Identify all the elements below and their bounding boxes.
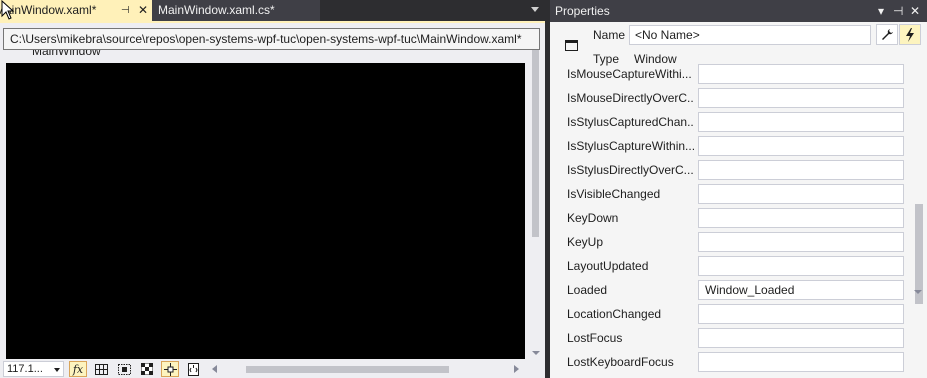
event-name: Loaded (567, 283, 608, 297)
event-handler-field[interactable] (698, 208, 904, 228)
event-name: IsMouseDirectlyOverC... (567, 91, 694, 105)
grid-icon (94, 363, 108, 375)
event-row: KeyDown (550, 206, 910, 230)
zoom-value: 117.1... (7, 363, 43, 375)
project-code-icon (187, 362, 199, 376)
event-row: IsMouseCaptureWithi... (550, 62, 910, 86)
designer-horizontal-scrollbar[interactable] (208, 362, 526, 376)
pin-tab-icon[interactable]: ⊣ (121, 0, 130, 21)
designer-vertical-scrollbar[interactable] (527, 23, 544, 360)
active-tab-underline (0, 21, 545, 23)
scroll-thumb[interactable] (915, 204, 923, 304)
event-handlers-grid: IsMouseCaptureWithi... IsMouseDirectlyOv… (550, 64, 910, 378)
xaml-designer-pane: MainWindow.xaml* ⊣ ✕ MainWindow.xaml.cs*… (0, 0, 545, 378)
tab-mainwindow-xaml[interactable]: MainWindow.xaml* ⊣ ✕ (0, 0, 152, 21)
event-row: LostFocus (550, 326, 910, 350)
close-icon[interactable]: ✕ (910, 0, 920, 22)
event-row: IsMouseDirectlyOverC... (550, 86, 910, 110)
wrench-icon (881, 29, 893, 40)
dropdown-icon[interactable]: ▾ (878, 0, 884, 22)
event-row: IsStylusDirectlyOverC... (550, 158, 910, 182)
scroll-thumb[interactable] (246, 366, 449, 373)
checkerboard-icon (141, 363, 153, 375)
event-handler-field[interactable] (698, 64, 904, 84)
event-name: KeyUp (567, 235, 604, 249)
event-handler-field[interactable] (698, 352, 904, 372)
artboard-background-button[interactable] (138, 361, 156, 377)
snap-to-snaplines-button[interactable] (161, 361, 179, 377)
window-element-icon (565, 40, 578, 51)
event-name: IsMouseCaptureWithi... (567, 67, 692, 81)
pin-icon[interactable]: ⊣ (893, 0, 903, 22)
event-row: IsStylusCapturedChan... (550, 110, 910, 134)
designer-bottom-toolbar: 117.1... fx (0, 360, 545, 378)
event-handler-field[interactable] (698, 88, 904, 108)
event-name: KeyDown (567, 211, 619, 225)
chevron-down-icon (54, 368, 60, 372)
zoom-dropdown[interactable]: 117.1... (3, 361, 64, 377)
event-row: IsVisibleChanged (550, 182, 910, 206)
events-view-button[interactable] (899, 24, 921, 45)
toggle-project-code-button[interactable] (184, 361, 202, 377)
event-name: IsStylusCaptureWithin... (567, 139, 694, 153)
event-name: IsVisibleChanged (567, 187, 661, 201)
event-handler-field[interactable] (698, 160, 904, 180)
event-name: IsStylusDirectlyOverC... (567, 163, 694, 177)
event-row: Loaded Window_Loaded (550, 278, 910, 302)
event-name: IsStylusCapturedChan... (567, 115, 694, 129)
event-handler-field[interactable] (698, 304, 904, 324)
panel-title: Properties (555, 4, 610, 18)
event-handler-field[interactable] (698, 256, 904, 276)
design-canvas[interactable] (6, 63, 525, 359)
event-name: LocationChanged (567, 307, 662, 321)
event-handler-field[interactable] (698, 328, 904, 348)
event-handler-field[interactable]: Window_Loaded (698, 280, 904, 300)
event-row: LayoutUpdated (550, 254, 910, 278)
event-row: LostKeyboardFocus (550, 350, 910, 374)
snaplines-icon (163, 362, 177, 376)
mouse-cursor-icon (1, 0, 15, 20)
event-handler-field[interactable] (698, 112, 904, 132)
event-row: IsStylusCaptureWithin... (550, 134, 910, 158)
scroll-left-icon[interactable] (212, 365, 217, 373)
name-label: Name (593, 28, 626, 42)
properties-title-bar: Properties ▾ ⊣ ✕ (550, 0, 927, 22)
tab-label: MainWindow.xaml.cs* (158, 3, 275, 17)
properties-vertical-scrollbar[interactable] (910, 68, 927, 378)
event-row: KeyUp (550, 230, 910, 254)
event-row: LocationChanged (550, 302, 910, 326)
properties-panel: Properties ▾ ⊣ ✕ Name <No Name> Type Win… (550, 0, 927, 378)
event-handler-field[interactable] (698, 232, 904, 252)
file-path-tooltip: C:\Users\mikebra\source\repos\open-syste… (3, 28, 540, 50)
grid-toggle-button[interactable] (92, 361, 110, 377)
document-tab-strip: MainWindow.xaml* ⊣ ✕ MainWindow.xaml.cs* (0, 0, 545, 21)
name-field[interactable]: <No Name> (629, 25, 871, 45)
scroll-down-icon[interactable] (532, 351, 540, 355)
effects-toggle-button[interactable]: fx (69, 361, 87, 377)
lightning-icon (906, 27, 914, 42)
snap-grid-icon (117, 363, 131, 375)
event-name: LayoutUpdated (567, 259, 649, 273)
fx-label: fx (72, 362, 84, 376)
close-tab-icon[interactable]: ✕ (138, 0, 148, 21)
event-name: LostKeyboardFocus (567, 355, 674, 369)
event-name: LostFocus (567, 331, 623, 345)
event-handler-field[interactable] (698, 184, 904, 204)
snap-gridlines-button[interactable] (115, 361, 133, 377)
properties-view-button[interactable] (876, 24, 898, 45)
tab-mainwindow-xaml-cs[interactable]: MainWindow.xaml.cs* (152, 0, 320, 21)
event-handler-field[interactable] (698, 136, 904, 156)
scroll-thumb[interactable] (532, 37, 539, 237)
tab-overflow-dropdown-icon[interactable] (531, 7, 539, 12)
scroll-right-icon[interactable] (514, 365, 519, 373)
scroll-down-icon[interactable] (914, 290, 922, 294)
